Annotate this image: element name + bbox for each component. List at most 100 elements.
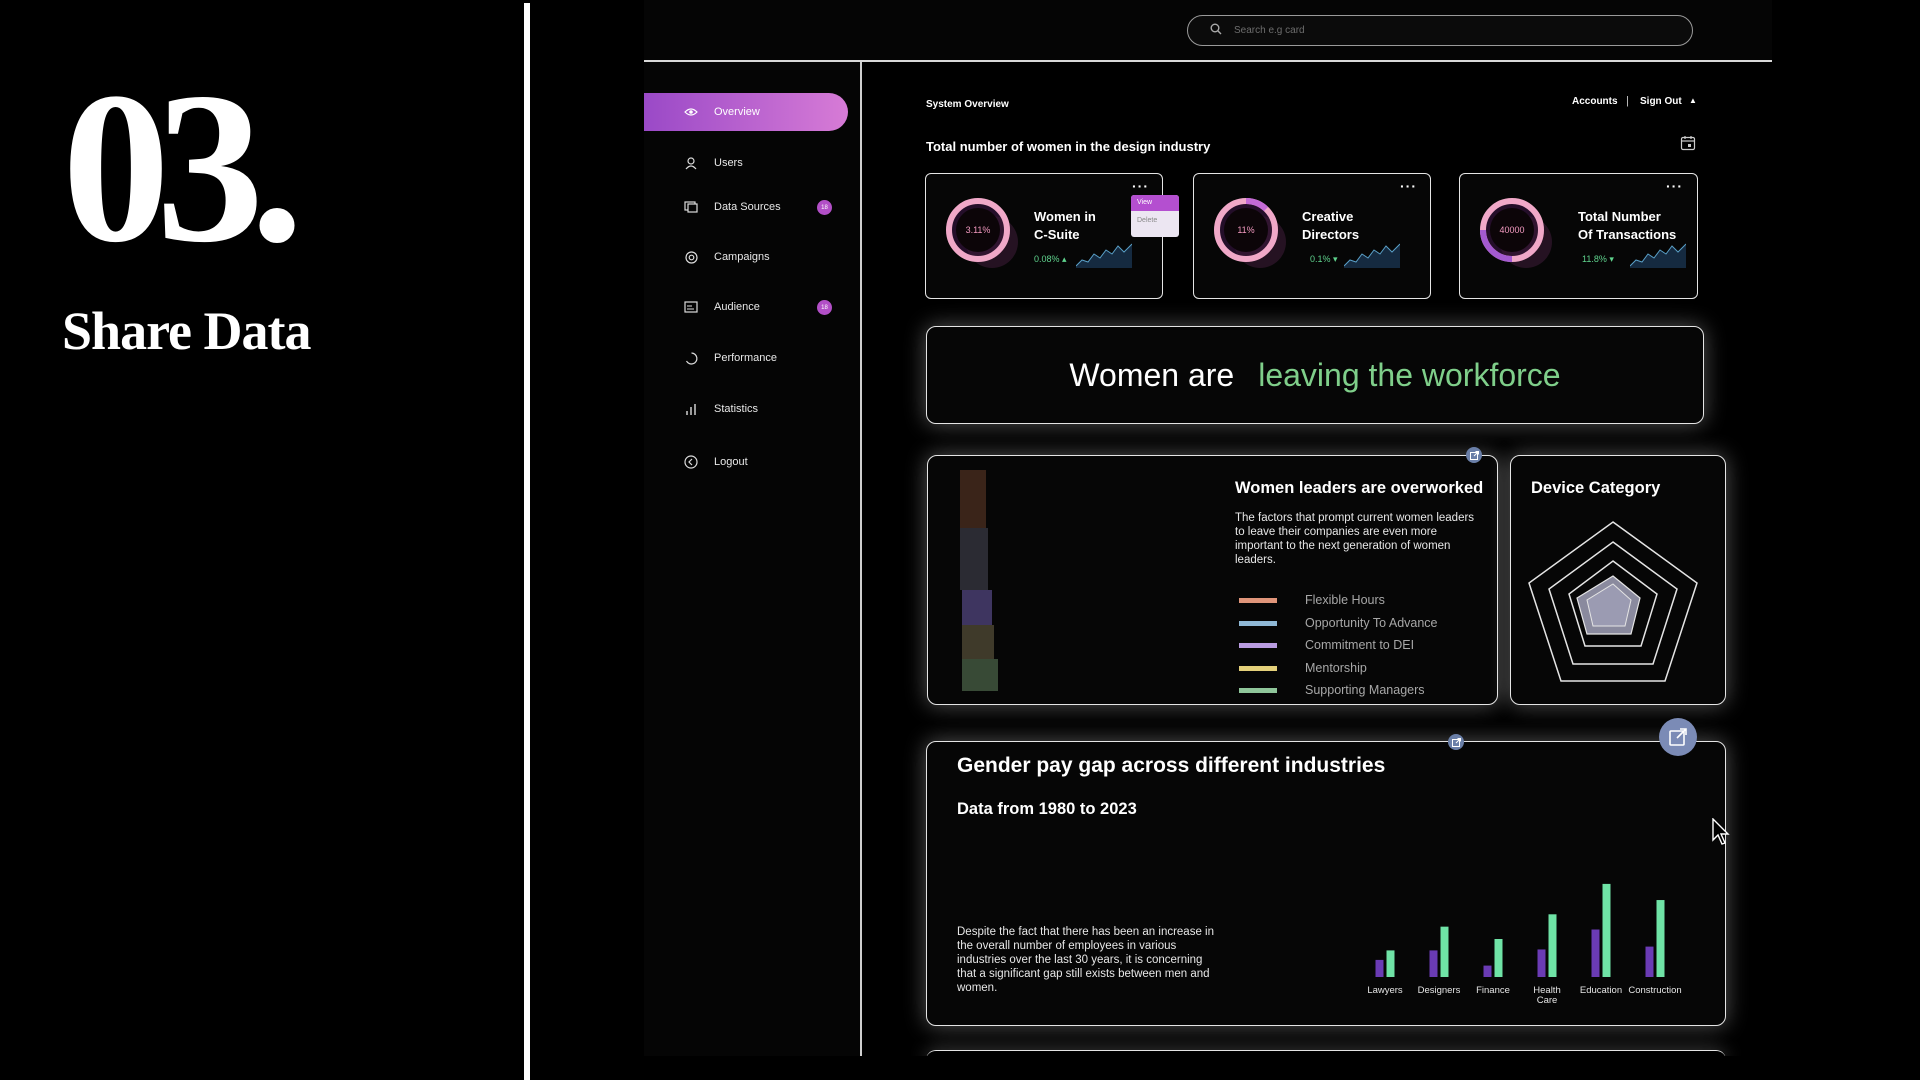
pay-gap-subtitle: Data from 1980 to 2023 xyxy=(957,800,1137,818)
more-options-icon[interactable]: ··· xyxy=(1666,178,1683,194)
sidebar-item-overview[interactable]: Overview xyxy=(644,93,848,131)
sparkline-chart xyxy=(1076,243,1132,268)
legend-item: Flexible Hours xyxy=(1239,593,1385,607)
bar-construction-a xyxy=(1645,946,1654,977)
stat-card-total-transactions[interactable]: 40000 Total Number Of Transactions 11.8%… xyxy=(1459,173,1698,299)
radar-chart xyxy=(1528,521,1698,682)
context-menu-delete[interactable]: Delete xyxy=(1131,211,1179,229)
legend-swatch xyxy=(1239,665,1277,671)
sidebar-item-label: Campaigns xyxy=(714,251,770,263)
sidebar-item-users[interactable]: Users xyxy=(644,144,848,182)
legend-item: Mentorship xyxy=(1239,661,1367,675)
slide-number: 03. xyxy=(62,48,304,287)
stat-value: 11% xyxy=(1237,225,1254,235)
bar-designers-a xyxy=(1429,950,1438,977)
legend-label: Flexible Hours xyxy=(1305,593,1385,607)
badge-count: 18 xyxy=(817,200,832,215)
caret-up-icon[interactable]: ▲ xyxy=(1689,96,1697,105)
legend-swatch xyxy=(1239,597,1277,603)
sidebar-item-label: Statistics xyxy=(714,403,759,415)
header-separator: | xyxy=(1626,95,1629,107)
x-tick-label: Construction xyxy=(1628,985,1681,996)
stat-title-line: Creative xyxy=(1302,209,1354,224)
stacked-bar-graphic xyxy=(960,470,998,691)
overworked-title: Women leaders are overworked xyxy=(1235,479,1484,497)
bar-health-care-b xyxy=(1548,914,1557,977)
sidebar-item-data-sources[interactable]: Data Sources 18 xyxy=(644,188,848,226)
bar-health-care-a xyxy=(1537,949,1546,977)
x-tick-label: Health Care xyxy=(1533,985,1560,1006)
donut-ring-chart: 40000 xyxy=(1480,198,1552,268)
legend-label: Mentorship xyxy=(1305,661,1367,675)
pay-gap-card: Gender pay gap across different industri… xyxy=(926,741,1726,1026)
legend-item: Supporting Managers xyxy=(1239,683,1425,697)
external-link-icon xyxy=(1669,728,1687,746)
stat-title-line: Total Number xyxy=(1578,209,1661,224)
bar-lawyers-b xyxy=(1386,950,1395,977)
x-tick-label: Lawyers xyxy=(1367,985,1403,996)
sidebar-item-statistics[interactable]: Statistics xyxy=(644,390,848,428)
bar-finance-a xyxy=(1483,965,1492,977)
x-tick-label: Designers xyxy=(1418,985,1461,996)
next-card-edge xyxy=(926,1050,1726,1056)
sidebar-item-campaigns[interactable]: Campaigns xyxy=(644,238,848,276)
performance-icon xyxy=(684,351,698,365)
sparkline-chart xyxy=(1344,243,1400,268)
stat-card-creative-directors[interactable]: 11% Creative Directors 0.1% ▾ ··· xyxy=(1193,173,1431,299)
stat-value: 40000 xyxy=(1499,225,1524,235)
sidebar-item-label: Performance xyxy=(714,352,777,364)
device-category-card: Device Category xyxy=(1510,455,1726,705)
overworked-description: The factors that prompt current women le… xyxy=(1235,512,1475,566)
stat-card-women-csuite[interactable]: 3.11% Women in C-Suite 0.08% ▴ ··· xyxy=(925,173,1163,299)
section-title: System Overview xyxy=(926,99,1009,110)
sparkline-chart xyxy=(1630,243,1686,268)
database-icon xyxy=(684,200,698,214)
legend-item: Opportunity To Advance xyxy=(1239,616,1438,630)
donut-ring-chart: 11% xyxy=(1214,198,1286,268)
x-tick-label: Education xyxy=(1580,985,1622,996)
sidebar: Overview Users Data Sources 18 Campaigns xyxy=(644,62,862,1056)
bar-finance-b xyxy=(1494,939,1503,977)
expand-button[interactable] xyxy=(1659,718,1697,756)
logout-icon xyxy=(684,455,698,469)
legend-label: Opportunity To Advance xyxy=(1305,616,1438,630)
legend-swatch xyxy=(1239,687,1277,693)
accounts-link[interactable]: Accounts xyxy=(1572,96,1618,107)
sidebar-item-logout[interactable]: Logout xyxy=(644,443,848,481)
mouse-cursor-icon xyxy=(1712,818,1730,845)
external-link-icon[interactable] xyxy=(1466,447,1482,463)
sidebar-item-label: Data Sources xyxy=(714,201,781,213)
banner-text: Women are xyxy=(1069,356,1235,393)
external-link-icon[interactable] xyxy=(1448,734,1464,750)
bar-education-b xyxy=(1602,883,1611,977)
legend-swatch xyxy=(1239,642,1277,648)
legend-label: Commitment to DEI xyxy=(1305,638,1415,652)
more-options-icon[interactable]: ··· xyxy=(1132,178,1149,194)
device-category-title: Device Category xyxy=(1531,479,1661,497)
sign-out-button[interactable]: Sign Out xyxy=(1640,96,1682,107)
search-input[interactable]: Search e.g card xyxy=(1187,15,1693,46)
stat-value: 3.11% xyxy=(966,225,991,235)
context-menu-view[interactable]: View xyxy=(1131,195,1179,211)
context-menu: View Delete xyxy=(1131,195,1179,237)
bar-education-a xyxy=(1591,929,1600,977)
overview-title: Total number of women in the design indu… xyxy=(926,139,1211,154)
stat-change: 0.1% ▾ xyxy=(1310,254,1338,264)
legend-label: Supporting Managers xyxy=(1305,683,1425,697)
sidebar-item-label: Overview xyxy=(714,106,760,118)
calendar-icon[interactable] xyxy=(1680,135,1696,156)
bar-lawyers-a xyxy=(1375,959,1384,977)
bar-construction-b xyxy=(1656,900,1665,977)
sidebar-item-audience[interactable]: Audience 18 xyxy=(644,288,848,326)
sidebar-item-label: Audience xyxy=(714,301,760,313)
user-icon xyxy=(684,156,698,170)
more-options-icon[interactable]: ··· xyxy=(1400,178,1417,194)
eye-icon xyxy=(684,105,698,119)
badge-count: 18 xyxy=(817,300,832,315)
sidebar-item-performance[interactable]: Performance xyxy=(644,339,848,377)
slide-divider xyxy=(524,3,530,1080)
statistics-icon xyxy=(684,402,698,416)
banner-highlight: leaving the workforce xyxy=(1258,356,1561,393)
sidebar-item-label: Logout xyxy=(714,456,748,468)
legend-item: Commitment to DEI xyxy=(1239,638,1414,652)
